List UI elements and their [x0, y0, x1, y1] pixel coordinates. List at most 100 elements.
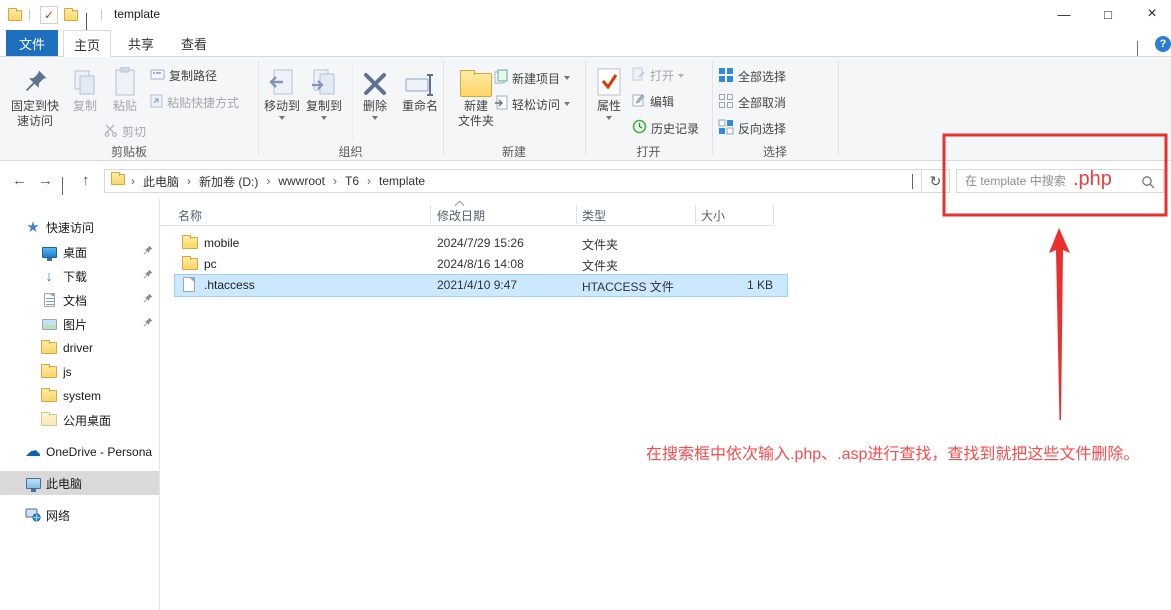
pictures-icon: [40, 319, 58, 330]
crumb-separator: ›: [185, 174, 193, 188]
new-item-icon: [494, 69, 508, 87]
copy-to-button[interactable]: 复制到: [302, 61, 346, 120]
sidebar-item-quick-access[interactable]: ★ 快速访问: [0, 215, 159, 239]
paste-button[interactable]: 粘贴: [104, 61, 146, 114]
maximize-button[interactable]: □: [1090, 0, 1126, 28]
invert-selection-button[interactable]: 反向选择: [718, 119, 786, 138]
breadcrumb[interactable]: › 此电脑 › 新加卷 (D:) › wwwroot › T6 › templa…: [104, 169, 922, 193]
pin-to-quick-access-button[interactable]: 固定到快 速访问: [6, 61, 64, 129]
copy-path-button[interactable]: 复制路径: [150, 67, 217, 84]
copy-to-icon: [310, 61, 338, 97]
crumb-separator: ›: [129, 174, 137, 188]
copy-button[interactable]: 复制: [66, 61, 104, 114]
qat-customize-chevron-icon[interactable]: [86, 13, 87, 31]
rename-button[interactable]: 重命名: [396, 61, 444, 114]
move-to-button[interactable]: 移动到: [260, 61, 304, 120]
sidebar-item-desktop[interactable]: 桌面: [0, 240, 159, 264]
table-row[interactable]: pc 2024/8/16 14:08 文件夹: [160, 254, 774, 275]
group-divider: [443, 61, 444, 155]
column-divider[interactable]: [576, 205, 577, 224]
sidebar-item-documents[interactable]: 文档: [0, 288, 159, 312]
group-label-new: 新建: [443, 143, 585, 160]
delete-button[interactable]: 删除: [356, 61, 394, 120]
column-divider[interactable]: [430, 205, 431, 224]
crumb-drive-d[interactable]: 新加卷 (D:): [193, 173, 264, 190]
table-row-selected[interactable]: .htaccess 2021/4/10 9:47 HTACCESS 文件 1 K…: [175, 275, 787, 296]
open-button[interactable]: 打开: [632, 67, 684, 84]
select-all-button[interactable]: 全部选择: [718, 67, 786, 86]
crumb-template[interactable]: template: [373, 174, 431, 188]
forward-button[interactable]: →: [38, 172, 53, 189]
column-header-type[interactable]: 类型: [582, 207, 606, 224]
onedrive-cloud-icon: ☁: [24, 444, 42, 460]
paste-shortcut-button[interactable]: 粘贴快捷方式: [150, 93, 239, 111]
file-list: 名称 修改日期 类型 大小 mobile 2024/7/29 15:26 文件夹…: [160, 199, 1171, 610]
dropdown-arrow-icon: [606, 116, 612, 120]
pin-icon: [22, 61, 48, 97]
dropdown-arrow-icon: [372, 116, 378, 120]
column-divider[interactable]: [773, 205, 774, 224]
inner-divider: [352, 65, 353, 141]
sidebar-item-js[interactable]: js: [0, 360, 159, 384]
download-icon: ↓: [40, 269, 58, 284]
group-label-open: 打开: [585, 143, 712, 160]
select-none-button[interactable]: 全部取消: [718, 93, 786, 112]
recent-locations-chevron-icon[interactable]: [62, 177, 63, 195]
refresh-button[interactable]: ↻: [922, 169, 950, 193]
address-folder-icon: [111, 174, 125, 188]
close-button[interactable]: ×: [1134, 0, 1170, 28]
sidebar-item-network[interactable]: 网络: [0, 503, 159, 527]
sidebar-item-system[interactable]: system: [0, 384, 159, 408]
folder-icon: [40, 414, 58, 426]
folder-icon: [40, 366, 58, 378]
crumb-this-pc[interactable]: 此电脑: [137, 173, 185, 190]
annotation-instruction-text: 在搜索框中依次输入.php、.asp进行查找，查找到就把这些文件删除。: [646, 440, 1139, 464]
pin-icon: [142, 245, 153, 259]
select-none-icon: [718, 93, 734, 112]
group-divider: [838, 61, 839, 155]
sidebar-item-onedrive[interactable]: ☁ OneDrive - Persona: [0, 440, 159, 464]
folder-icon: [40, 390, 58, 402]
folder-icon: [182, 258, 198, 273]
sidebar-item-driver[interactable]: driver: [0, 336, 159, 360]
explorer-window: | ✓ | template — □ × 文件 主页 共享 查看 ? 固定到快 …: [0, 0, 1171, 610]
search-box: .php: [956, 169, 1164, 193]
edit-button[interactable]: 编辑: [632, 93, 674, 110]
sidebar-item-pictures[interactable]: 图片: [0, 312, 159, 336]
crumb-t6[interactable]: T6: [339, 174, 365, 188]
help-button[interactable]: ?: [1155, 36, 1171, 52]
group-label-organize: 组织: [258, 143, 443, 160]
app-folder-icon: [8, 8, 22, 26]
sidebar-item-public-desktop[interactable]: 公用桌面: [0, 408, 159, 432]
sidebar-item-this-pc[interactable]: 此电脑: [0, 471, 159, 495]
tab-share[interactable]: 共享: [117, 30, 165, 56]
column-header-name[interactable]: 名称: [178, 207, 202, 224]
tab-view[interactable]: 查看: [170, 30, 218, 56]
file-type: 文件夹: [582, 257, 618, 274]
address-dropdown-chevron-icon[interactable]: [912, 174, 913, 188]
column-header-size[interactable]: 大小: [701, 207, 725, 224]
qat-properties-icon[interactable]: ✓: [40, 6, 58, 24]
cut-button[interactable]: 剪切: [104, 123, 146, 140]
sidebar-item-downloads[interactable]: ↓ 下载: [0, 264, 159, 288]
back-button[interactable]: ←: [12, 172, 27, 189]
column-divider[interactable]: [695, 205, 696, 224]
easy-access-button[interactable]: 轻松访问: [494, 95, 570, 113]
new-item-button[interactable]: 新建项目: [494, 69, 570, 87]
minimize-button[interactable]: —: [1046, 0, 1082, 28]
tab-home[interactable]: 主页: [63, 30, 111, 57]
file-name: mobile: [204, 236, 239, 250]
easy-access-icon: [494, 95, 508, 113]
search-icon[interactable]: [1141, 175, 1155, 194]
file-type: HTACCESS 文件: [582, 278, 674, 295]
properties-button[interactable]: 属性: [588, 61, 630, 120]
up-button[interactable]: ↑: [82, 172, 90, 189]
history-button[interactable]: 历史记录: [632, 119, 699, 137]
group-divider: [258, 61, 259, 155]
crumb-wwwroot[interactable]: wwwroot: [272, 174, 331, 188]
tab-file[interactable]: 文件: [6, 30, 58, 56]
dropdown-arrow-icon: [564, 102, 570, 106]
qat-newfolder-icon[interactable]: [64, 8, 78, 26]
table-row[interactable]: mobile 2024/7/29 15:26 文件夹: [160, 233, 774, 254]
column-header-date[interactable]: 修改日期: [437, 207, 485, 224]
